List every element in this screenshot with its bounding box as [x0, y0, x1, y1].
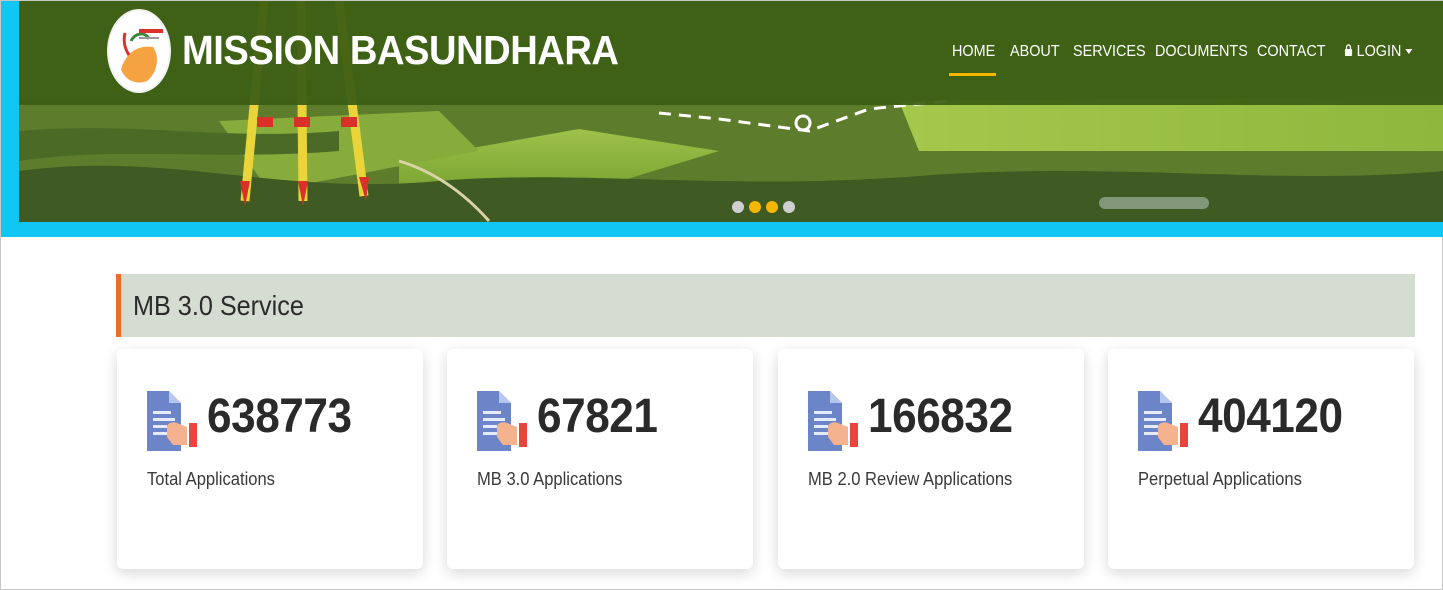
stat-card-mb3[interactable]: 67821 MB 3.0 Applications — [447, 349, 753, 569]
carousel-dot[interactable] — [749, 201, 761, 213]
nav-about[interactable]: ABOUT — [1010, 43, 1060, 61]
stat-card-perpetual[interactable]: 404120 Perpetual Applications — [1108, 349, 1414, 569]
nav-documents[interactable]: DOCUMENTS — [1155, 43, 1248, 61]
document-hand-icon — [477, 387, 529, 451]
stat-card-mb2-review[interactable]: 166832 MB 2.0 Review Applications — [778, 349, 1084, 569]
page: MISSION BASUNDHARA HOME ABOUT SERVICES D… — [0, 0, 1443, 590]
nav-services[interactable]: SERVICES — [1073, 43, 1146, 61]
stat-value: 166832 — [868, 390, 1013, 443]
section-header: MB 3.0 Service — [116, 274, 1415, 337]
stat-card-total[interactable]: 638773 Total Applications — [117, 349, 423, 569]
document-hand-icon — [1138, 387, 1190, 451]
document-hand-icon — [147, 387, 199, 451]
nav-home[interactable]: HOME — [952, 43, 995, 61]
hero-banner: MISSION BASUNDHARA HOME ABOUT SERVICES D… — [1, 1, 1443, 237]
chevron-down-icon — [1405, 49, 1413, 55]
carousel-dot[interactable] — [766, 201, 778, 213]
nav-contact[interactable]: CONTACT — [1257, 43, 1326, 61]
stat-value: 404120 — [1198, 390, 1343, 443]
carousel-indicators — [732, 201, 795, 213]
stat-label: MB 2.0 Review Applications — [808, 469, 1013, 489]
stat-label: MB 3.0 Applications — [477, 469, 623, 489]
carousel-dot[interactable] — [783, 201, 795, 213]
stat-label: Perpetual Applications — [1138, 469, 1302, 489]
stat-value: 67821 — [537, 390, 658, 443]
stat-label: Total Applications — [147, 469, 275, 489]
lock-icon — [1344, 44, 1353, 62]
carousel-dot[interactable] — [732, 201, 744, 213]
brand-title[interactable]: MISSION BASUNDHARA — [182, 27, 619, 74]
nav-active-indicator — [949, 73, 996, 76]
nav-login-label: LOGIN — [1356, 43, 1402, 60]
nav-login-dropdown[interactable]: LOGIN — [1344, 43, 1413, 62]
stat-value: 638773 — [207, 390, 352, 443]
section-title: MB 3.0 Service — [133, 290, 304, 321]
document-hand-icon — [808, 387, 860, 451]
mission-basundhara-logo — [107, 9, 171, 93]
